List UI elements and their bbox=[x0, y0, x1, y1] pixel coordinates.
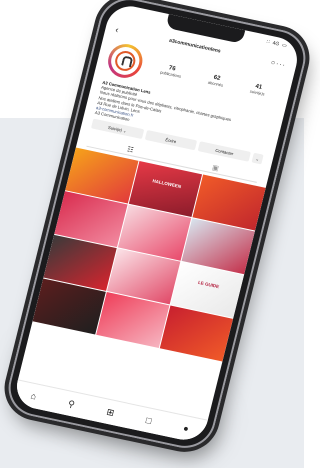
post-grid: HALLOWEEN LE GUIDE bbox=[32, 147, 266, 362]
network-label: 4G bbox=[271, 40, 280, 48]
volume-up-button bbox=[76, 79, 85, 102]
grid-post-title bbox=[192, 232, 249, 244]
username: a3communicationlens bbox=[168, 37, 222, 55]
grid-post-title bbox=[43, 293, 100, 305]
stat-posts[interactable]: 76 publications bbox=[159, 63, 183, 79]
more-options-button[interactable]: ⌄ bbox=[251, 152, 264, 165]
home-icon[interactable]: ⌂ bbox=[30, 391, 38, 402]
status-bar: ∷ 4G ▭ bbox=[266, 39, 288, 49]
profile-icon[interactable]: ● bbox=[182, 423, 190, 434]
tagged-tab-icon[interactable]: ▣ bbox=[211, 163, 219, 172]
signal-icon: ∷ bbox=[265, 39, 271, 46]
back-arrow-icon[interactable]: ‹ bbox=[114, 24, 119, 34]
grid-post-title: LE GUIDE bbox=[197, 279, 220, 290]
stat-posts-label: publications bbox=[159, 69, 182, 79]
stat-following-label: suivi(e)s bbox=[249, 88, 266, 97]
avatar[interactable] bbox=[104, 40, 147, 81]
stat-followers-label: abonnés bbox=[207, 79, 224, 88]
grid-tab-icon[interactable]: ☷ bbox=[126, 145, 134, 154]
grid-post-title bbox=[106, 306, 163, 318]
battery-icon: ▭ bbox=[281, 42, 288, 50]
brand-logo-icon bbox=[113, 49, 138, 73]
stat-followers[interactable]: 62 abonnés bbox=[208, 73, 226, 87]
grid-post-title bbox=[65, 205, 122, 217]
search-icon[interactable]: ⚲ bbox=[67, 398, 76, 410]
grid-post-title bbox=[54, 249, 111, 261]
stat-following[interactable]: 41 suivi(e)s bbox=[250, 82, 267, 96]
grid-post-title bbox=[75, 162, 132, 174]
grid-post-title bbox=[170, 320, 227, 332]
new-post-icon[interactable]: ⊞ bbox=[105, 406, 116, 418]
grid-post-title bbox=[203, 189, 260, 201]
shop-icon[interactable]: □ bbox=[145, 415, 153, 426]
avatar-inner bbox=[108, 44, 143, 78]
grid-post-title bbox=[117, 263, 174, 275]
grid-post-title bbox=[128, 219, 185, 231]
bell-icon[interactable]: ○··· bbox=[270, 59, 287, 69]
grid-post-title: HALLOWEEN bbox=[152, 178, 182, 190]
